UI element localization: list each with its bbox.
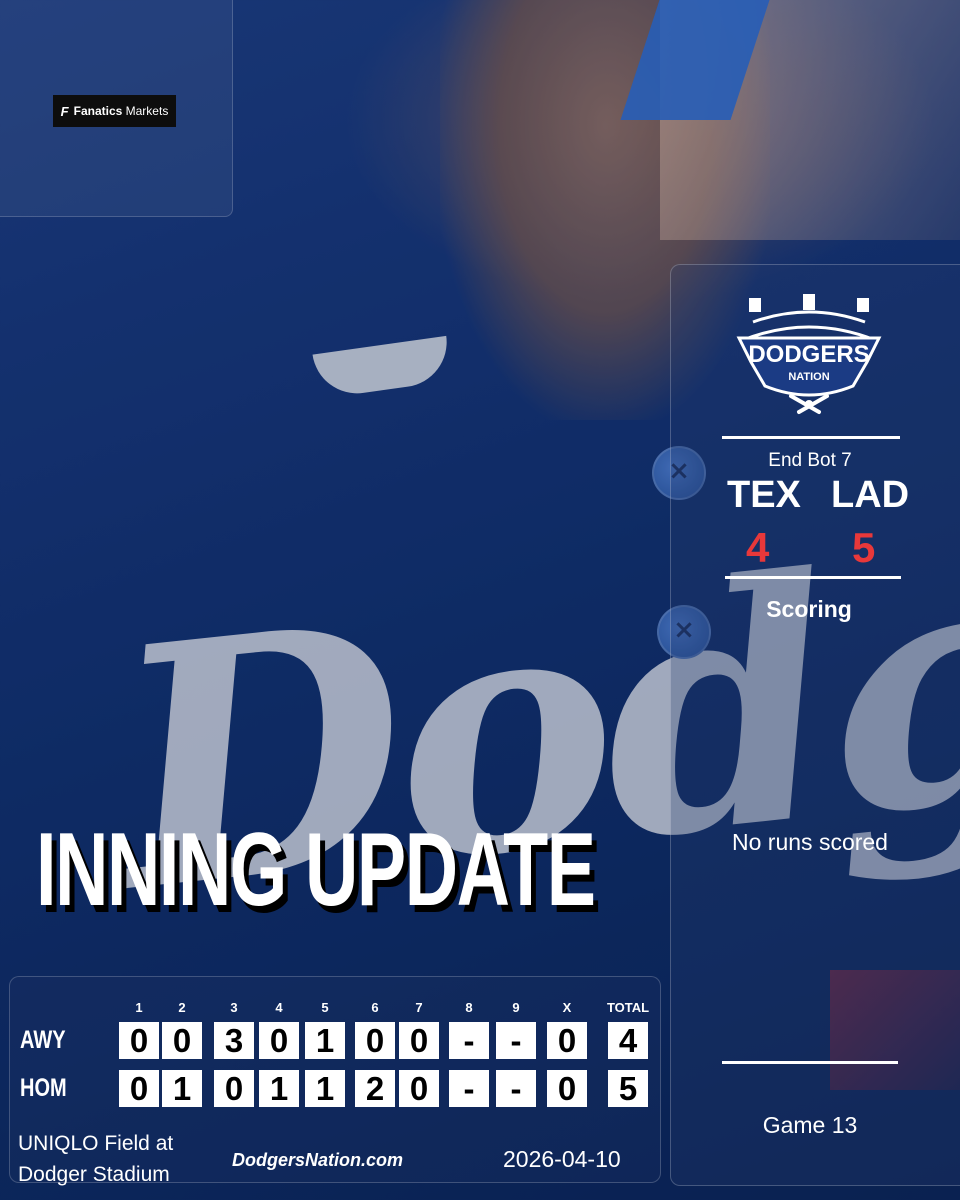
venue-line-1: UNIQLO Field at: [18, 1132, 174, 1155]
divider: [722, 1061, 898, 1064]
linescore-cell: 0: [399, 1070, 439, 1107]
fanatics-f-icon: F: [60, 103, 69, 119]
linescore-cell: 0: [214, 1070, 254, 1107]
away-team-abbr: TEX: [727, 474, 801, 516]
linescore-cell: 1: [162, 1070, 202, 1107]
inning-header: 6: [371, 1000, 379, 1015]
home-team-abbr: LAD: [831, 474, 910, 516]
linescore-cell: 0: [547, 1070, 587, 1107]
sponsor-logo[interactable]: F Fanatics Markets: [53, 95, 176, 127]
inning-header: 2: [178, 1000, 186, 1015]
scoring-heading: Scoring: [766, 596, 852, 622]
sponsor-brand-bold: Fanatics: [73, 104, 123, 118]
sponsor-brand-rest: Markets: [125, 104, 169, 118]
inning-header: 8: [465, 1000, 473, 1015]
linescore-cell: -: [449, 1070, 489, 1107]
inning-header: TOTAL: [606, 1000, 650, 1015]
inning-header: 4: [275, 1000, 283, 1015]
linescore-row-label: AWY: [20, 1026, 66, 1054]
scoring-summary: No runs scored: [732, 829, 888, 855]
logo-text-nation: NATION: [788, 371, 829, 383]
venue: UNIQLO Field at Dodger Stadium: [18, 1128, 218, 1190]
headline: INNING UPDATE: [36, 812, 596, 928]
linescore-cell: 1: [305, 1070, 345, 1107]
linescore-cell: 1: [305, 1022, 345, 1059]
linescore-cell: 0: [399, 1022, 439, 1059]
logo-text-dodgers: DODGERS: [748, 341, 869, 368]
linescore-row-label: HOM: [20, 1074, 67, 1102]
inning-header: 7: [415, 1000, 423, 1015]
divider: [725, 576, 901, 579]
linescore-cell: 0: [259, 1022, 299, 1059]
website-link[interactable]: DodgersNation.com: [232, 1150, 403, 1171]
inning-header: X: [562, 1000, 572, 1015]
game-number: Game 13: [762, 1112, 858, 1138]
linescore-cell: 0: [547, 1022, 587, 1059]
linescore-cell: -: [496, 1022, 536, 1059]
linescore-cell: 3: [214, 1022, 254, 1059]
inning-header: 9: [512, 1000, 520, 1015]
game-date: 2026-04-10: [503, 1146, 621, 1172]
home-team-runs: 5: [852, 524, 876, 571]
venue-line-2: Dodger Stadium: [18, 1163, 170, 1186]
away-team-runs: 4: [746, 524, 770, 571]
linescore-cell: -: [496, 1070, 536, 1107]
dodgers-nation-logo: DODGERS NATION: [736, 294, 882, 414]
linescore-cell: 1: [259, 1070, 299, 1107]
inning-header: 5: [321, 1000, 329, 1015]
linescore-cell: 0: [162, 1022, 202, 1059]
linescore-cell: -: [449, 1022, 489, 1059]
linescore-total-cell: 5: [608, 1070, 648, 1107]
divider: [722, 436, 900, 439]
linescore-cell: 0: [119, 1070, 159, 1107]
linescore-cell: 0: [355, 1022, 395, 1059]
game-status: End Bot 7: [768, 450, 852, 471]
inning-header: 3: [230, 1000, 238, 1015]
linescore-cell: 2: [355, 1070, 395, 1107]
linescore-total-cell: 4: [608, 1022, 648, 1059]
inning-header: 1: [135, 1000, 143, 1015]
linescore-cell: 0: [119, 1022, 159, 1059]
